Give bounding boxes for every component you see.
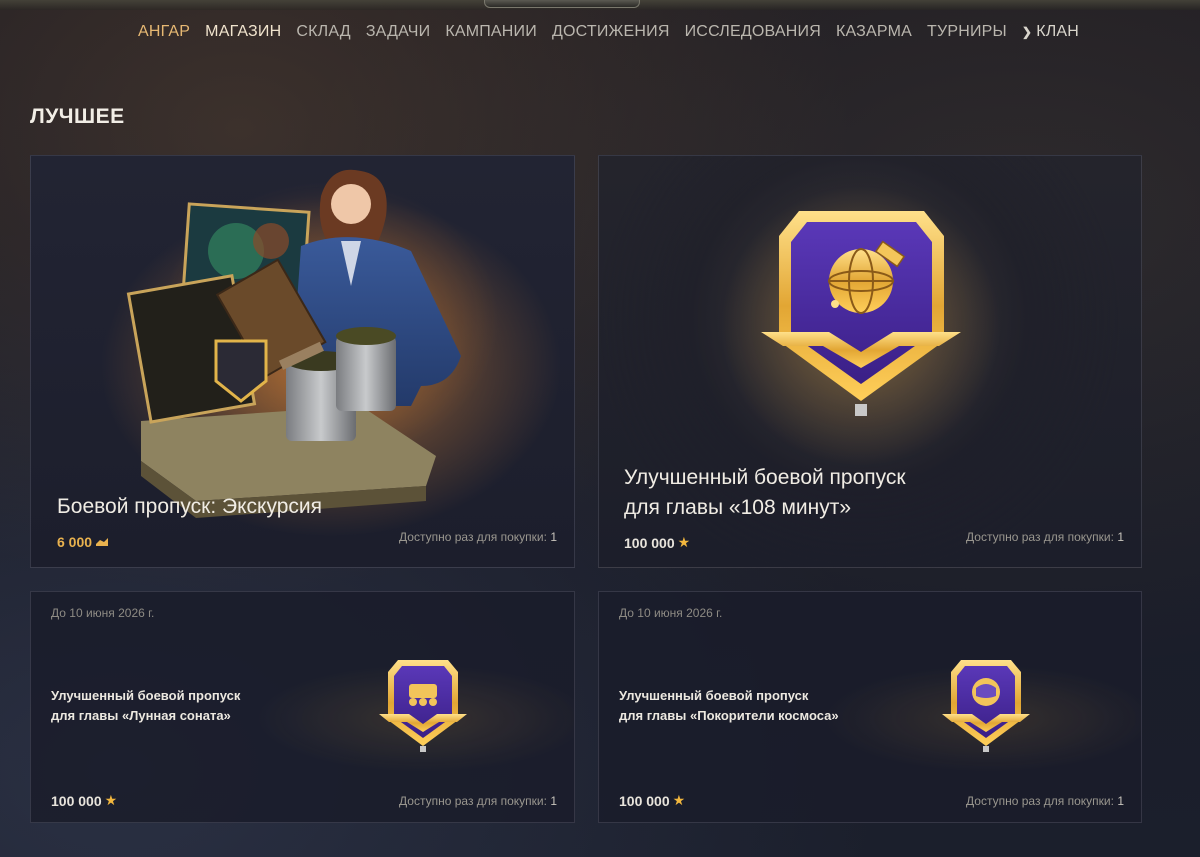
chapter-badge-icon bbox=[942, 660, 1030, 752]
nav-item-hangar[interactable]: АНГАР bbox=[138, 23, 190, 41]
availability-label: Доступно раз для покупки: bbox=[399, 794, 547, 808]
card-price: 6 000 bbox=[57, 534, 109, 550]
card-expiry-date: До 10 июня 2026 г. bbox=[51, 606, 155, 620]
star-icon: ★ bbox=[672, 792, 686, 808]
star-icon: ★ bbox=[677, 534, 691, 550]
nav-item-depot[interactable]: СКЛАД bbox=[296, 23, 350, 41]
availability-count: 1 bbox=[550, 794, 557, 808]
availability: Доступно раз для покупки: 1 bbox=[966, 530, 1124, 544]
shop-card-moonlight-sonata[interactable]: До 10 июня 2026 г. Улучшенный боевой про… bbox=[30, 591, 575, 823]
card-title: Улучшенный боевой пропуск для главы «Пок… bbox=[619, 688, 839, 723]
nav-item-clan-label: КЛАН bbox=[1036, 23, 1080, 40]
availability: Доступно раз для покупки: 1 bbox=[399, 530, 557, 544]
main-nav: АНГАР МАГАЗИН СКЛАД ЗАДАЧИ КАМПАНИИ ДОСТ… bbox=[138, 20, 1094, 44]
section-title: ЛУЧШЕЕ bbox=[30, 105, 125, 128]
card-title: Улучшенный боевой пропуск для главы «Лун… bbox=[51, 688, 241, 723]
nav-item-research[interactable]: ИССЛЕДОВАНИЯ bbox=[685, 23, 821, 41]
shop-card-space-conquerors[interactable]: До 10 июня 2026 г. Улучшенный боевой про… bbox=[598, 591, 1142, 823]
chapter-badge-icon bbox=[379, 660, 467, 752]
price-value: 100 000 bbox=[51, 792, 102, 809]
price-value: 6 000 bbox=[57, 534, 93, 550]
availability: Доступно раз для покупки: 1 bbox=[399, 794, 557, 808]
star-icon: ★ bbox=[104, 792, 118, 808]
card-title: Улучшенный боевой пропуск для главы «108… bbox=[624, 463, 906, 523]
nav-item-tournaments[interactable]: ТУРНИРЫ bbox=[927, 23, 1007, 41]
card-price: 100 000 ★ bbox=[51, 792, 117, 809]
availability: Доступно раз для покупки: 1 bbox=[966, 794, 1124, 808]
top-ornament bbox=[484, 0, 640, 8]
nav-item-clan[interactable]: ❯ КЛАН bbox=[1022, 23, 1079, 41]
gold-icon bbox=[96, 538, 109, 546]
nav-item-barracks[interactable]: КАЗАРМА bbox=[836, 23, 912, 41]
nav-item-missions[interactable]: ЗАДАЧИ bbox=[366, 23, 431, 41]
availability-count: 1 bbox=[1117, 794, 1124, 808]
availability-count: 1 bbox=[550, 530, 557, 544]
card-price: 100 000 ★ bbox=[624, 534, 690, 551]
card-expiry-date: До 10 июня 2026 г. bbox=[619, 606, 723, 620]
shop-card-battle-pass[interactable]: Боевой пропуск: Экскурсия 6 000 Доступно… bbox=[30, 155, 575, 568]
chevron-right-icon: ❯ bbox=[1021, 25, 1033, 39]
availability-label: Доступно раз для покупки: bbox=[399, 530, 547, 544]
card-title-line2: для главы «108 минут» bbox=[624, 496, 852, 519]
card-title: Боевой пропуск: Экскурсия bbox=[57, 495, 323, 518]
price-value: 100 000 bbox=[619, 792, 670, 809]
availability-count: 1 bbox=[1117, 530, 1124, 544]
price-value: 100 000 bbox=[624, 534, 675, 551]
nav-item-achievements[interactable]: ДОСТИЖЕНИЯ bbox=[552, 23, 670, 41]
nav-item-campaigns[interactable]: КАМПАНИИ bbox=[445, 23, 537, 41]
card-title-line1: Улучшенный боевой пропуск bbox=[624, 466, 906, 489]
availability-label: Доступно раз для покупки: bbox=[966, 530, 1114, 544]
availability-label: Доступно раз для покупки: bbox=[966, 794, 1114, 808]
card-price: 100 000 ★ bbox=[619, 792, 685, 809]
shop-card-108-minutes[interactable]: Улучшенный боевой пропуск для главы «108… bbox=[598, 155, 1142, 568]
nav-item-shop[interactable]: МАГАЗИН bbox=[205, 23, 281, 41]
